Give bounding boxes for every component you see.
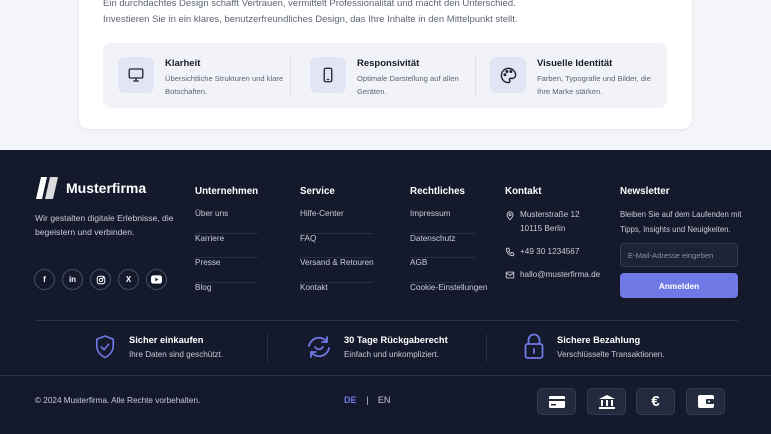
footer-link[interactable]: Datenschutz [410,234,475,258]
facebook-icon[interactable]: f [34,269,55,290]
feature-panel: Klarheit Übersichtliche Strukturen und k… [103,43,667,108]
lock-icon [524,333,544,359]
feature-title: Klarheit [165,58,201,69]
intro-line-1: Ein durchdachtes Design schafft Vertraue… [103,0,516,9]
divider [35,320,738,321]
trust-desc: Verschlüsselte Transaktionen. [557,350,665,359]
footer-link[interactable]: Presse [195,258,258,283]
feature-item: Responsivität Optimale Darstellung auf a… [310,57,475,96]
x-icon[interactable]: X [118,269,139,290]
phone-number: +49 30 1234567 [520,247,580,256]
contact-phone[interactable]: +49 30 1234567 [505,245,579,259]
monitor-icon [118,57,154,93]
location-pin-icon [506,211,514,221]
newsletter-text: Bleiben Sie auf dem Laufenden mit Tipps,… [620,210,742,234]
divider [486,334,487,362]
linkedin-icon[interactable]: in [62,269,83,290]
footer-link[interactable]: Blog [195,283,258,308]
brand-name: Musterfirma [66,180,147,196]
footer-link[interactable]: AGB [410,258,475,283]
footer-link[interactable]: Über uns [195,209,258,234]
credit-card-icon [537,388,576,415]
column-title-service: Service [300,186,335,197]
feature-desc: Optimale Darstellung auf allen Geräten. [357,74,459,96]
divider [267,334,268,362]
footer-link[interactable]: Karriere [195,234,258,258]
footer-link[interactable]: Versand & Retouren [300,258,374,283]
intro-text: Ein durchdachtes Design schafft Vertraue… [103,0,663,28]
footer-link[interactable]: Cookie-Einstellungen [410,283,487,308]
newsletter-email-input[interactable] [620,243,738,267]
contact-email[interactable]: hallo@musterfirma.de [505,268,600,282]
site-footer: Musterfirma Wir gestalten digitale Erleb… [0,150,771,434]
column-links-rechtliches: Impressum Datenschutz AGB Cookie-Einstel… [410,209,487,308]
trust-title: Sichere Bezahlung [557,335,641,345]
footer-link[interactable]: Hilfe-Center [300,209,373,234]
return-arrows-icon [308,336,330,358]
feature-desc: Farben, Typografie und Bilder, die Ihre … [537,74,651,96]
footer-link[interactable]: Impressum [410,209,475,234]
trust-title: Sicher einkaufen [129,335,204,345]
footer-link[interactable]: FAQ [300,234,373,258]
language-switcher: DE | EN [344,395,390,405]
footer-link[interactable]: Kontakt [300,283,373,308]
address-line-1: Musterstraße 12 [520,210,580,219]
column-title-rechtliches: Rechtliches [410,186,465,197]
column-links-service: Hilfe-Center FAQ Versand & Retouren Kont… [300,209,374,308]
trust-item: Sicher einkaufen Ihre Daten sind geschüt… [94,333,244,363]
feature-title: Visuelle Identität [537,58,613,69]
column-links-unternehmen: Über uns Karriere Presse Blog [195,209,258,307]
euro-icon: € [636,388,675,415]
phone-icon [505,247,515,257]
instagram-icon[interactable] [90,269,111,290]
mail-icon [505,271,515,279]
newsletter-subscribe-button[interactable]: Anmelden [620,273,738,298]
trust-item: 30 Tage Rückgaberecht Einfach und unkomp… [305,333,465,363]
feature-item: Klarheit Übersichtliche Strukturen und k… [118,57,288,96]
language-en[interactable]: EN [378,395,391,405]
trust-desc: Einfach und unkompliziert. [344,350,439,359]
feature-title: Responsivität [357,58,420,69]
language-de[interactable]: DE [344,395,357,405]
column-title-newsletter: Newsletter [620,186,670,197]
feature-item: Visuelle Identität Farben, Typografie un… [490,57,660,96]
divider [0,375,771,376]
wallet-icon [686,388,725,415]
social-links: f in X [34,269,167,290]
column-title-unternehmen: Unternehmen [195,186,259,197]
content-section: Ein durchdachtes Design schafft Vertraue… [0,0,771,150]
bank-icon [587,388,626,415]
language-separator: | [366,395,369,405]
trust-item: Sichere Bezahlung Verschlüsselte Transak… [524,333,674,363]
email-address: hallo@musterfirma.de [520,270,601,279]
contact-address: Musterstraße 12 10115 Berlin [505,208,580,236]
smartphone-icon [310,57,346,93]
trust-desc: Ihre Daten sind geschützt. [129,350,224,359]
youtube-icon[interactable] [146,269,167,290]
copyright-text: © 2024 Musterfirma. Alle Rechte vorbehal… [35,396,201,405]
feature-desc: Übersichtliche Strukturen und klare Bots… [165,74,284,96]
divider [475,57,476,95]
trust-title: 30 Tage Rückgaberecht [344,335,448,345]
intro-line-2: Investieren Sie in ein klares, benutzerf… [103,14,518,25]
divider [290,57,291,95]
brand-tagline: Wir gestalten digitale Erlebnisse, die b… [35,213,174,237]
logo-mark-icon [36,177,58,199]
palette-icon [490,57,526,93]
shield-check-icon [95,335,115,359]
address-line-2: 10115 Berlin [520,224,566,233]
column-title-kontakt: Kontakt [505,186,542,197]
brand-logo[interactable]: Musterfirma [35,177,146,199]
